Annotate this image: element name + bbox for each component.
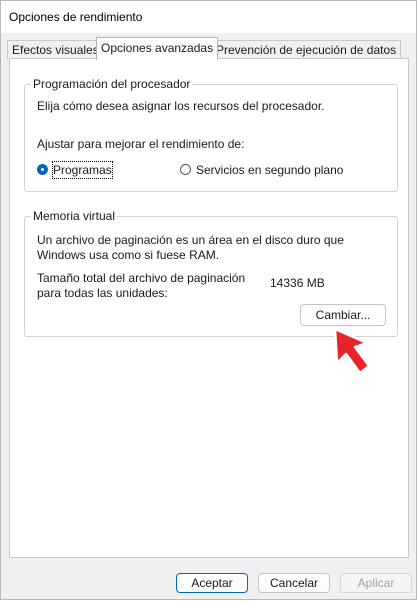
change-button-label: Cambiar... — [315, 308, 371, 322]
cancel-button-label: Cancelar — [269, 576, 319, 590]
background-services-radio[interactable] — [180, 164, 191, 175]
programs-radio-label[interactable]: Programas — [52, 161, 113, 179]
processor-scheduling-legend: Programación del procesador — [31, 77, 193, 91]
virtual-memory-legend: Memoria virtual — [31, 209, 118, 223]
red-arrow-pointer-icon — [333, 327, 371, 375]
tab-panel-advanced-options: Programación del procesador Elija cómo d… — [9, 58, 409, 558]
tab-strip: Efectos visuales Opciones avanzadas Prev… — [1, 33, 416, 60]
virtual-memory-group: Memoria virtual Un archivo de paginación… — [24, 209, 398, 337]
accept-button[interactable]: Aceptar — [176, 573, 248, 593]
accept-button-label: Aceptar — [191, 576, 233, 590]
paging-file-total-value: 14336 MB — [270, 276, 325, 290]
processor-scheduling-group: Programación del procesador Elija cómo d… — [24, 77, 398, 192]
programs-radio[interactable] — [37, 164, 48, 175]
performance-options-dialog: Opciones de rendimiento Efectos visuales… — [0, 0, 417, 600]
adjust-performance-label: Ajustar para mejorar el rendimiento de: — [37, 137, 245, 151]
processor-scheduling-description: Elija cómo desea asignar los recursos de… — [37, 99, 325, 113]
virtual-memory-description-line1: Un archivo de paginación es un área en e… — [37, 233, 344, 247]
apply-button-label: Aplicar — [357, 576, 395, 590]
cancel-button[interactable]: Cancelar — [258, 573, 330, 593]
apply-button[interactable]: Aplicar — [340, 573, 412, 593]
paging-file-total-label-line1: Tamaño total del archivo de paginación — [37, 271, 246, 285]
window-title: Opciones de rendimiento — [9, 10, 143, 24]
tab-label: Opciones avanzadas — [101, 41, 214, 55]
tab-label: Efectos visuales — [12, 43, 99, 57]
background-services-radio-label[interactable]: Servicios en segundo plano — [196, 162, 343, 178]
paging-file-total-label-line2: para todas las unidades: — [37, 286, 168, 300]
tab-label: Prevención de ejecución de datos — [216, 43, 397, 57]
tab-advanced-options[interactable]: Opciones avanzadas — [96, 37, 219, 60]
tab-data-execution-prevention[interactable]: Prevención de ejecución de datos — [211, 40, 402, 59]
virtual-memory-description-line2: Windows usa como si fuese RAM. — [37, 248, 220, 262]
tab-visual-effects[interactable]: Efectos visuales — [7, 40, 104, 59]
title-bar[interactable]: Opciones de rendimiento — [1, 1, 416, 33]
